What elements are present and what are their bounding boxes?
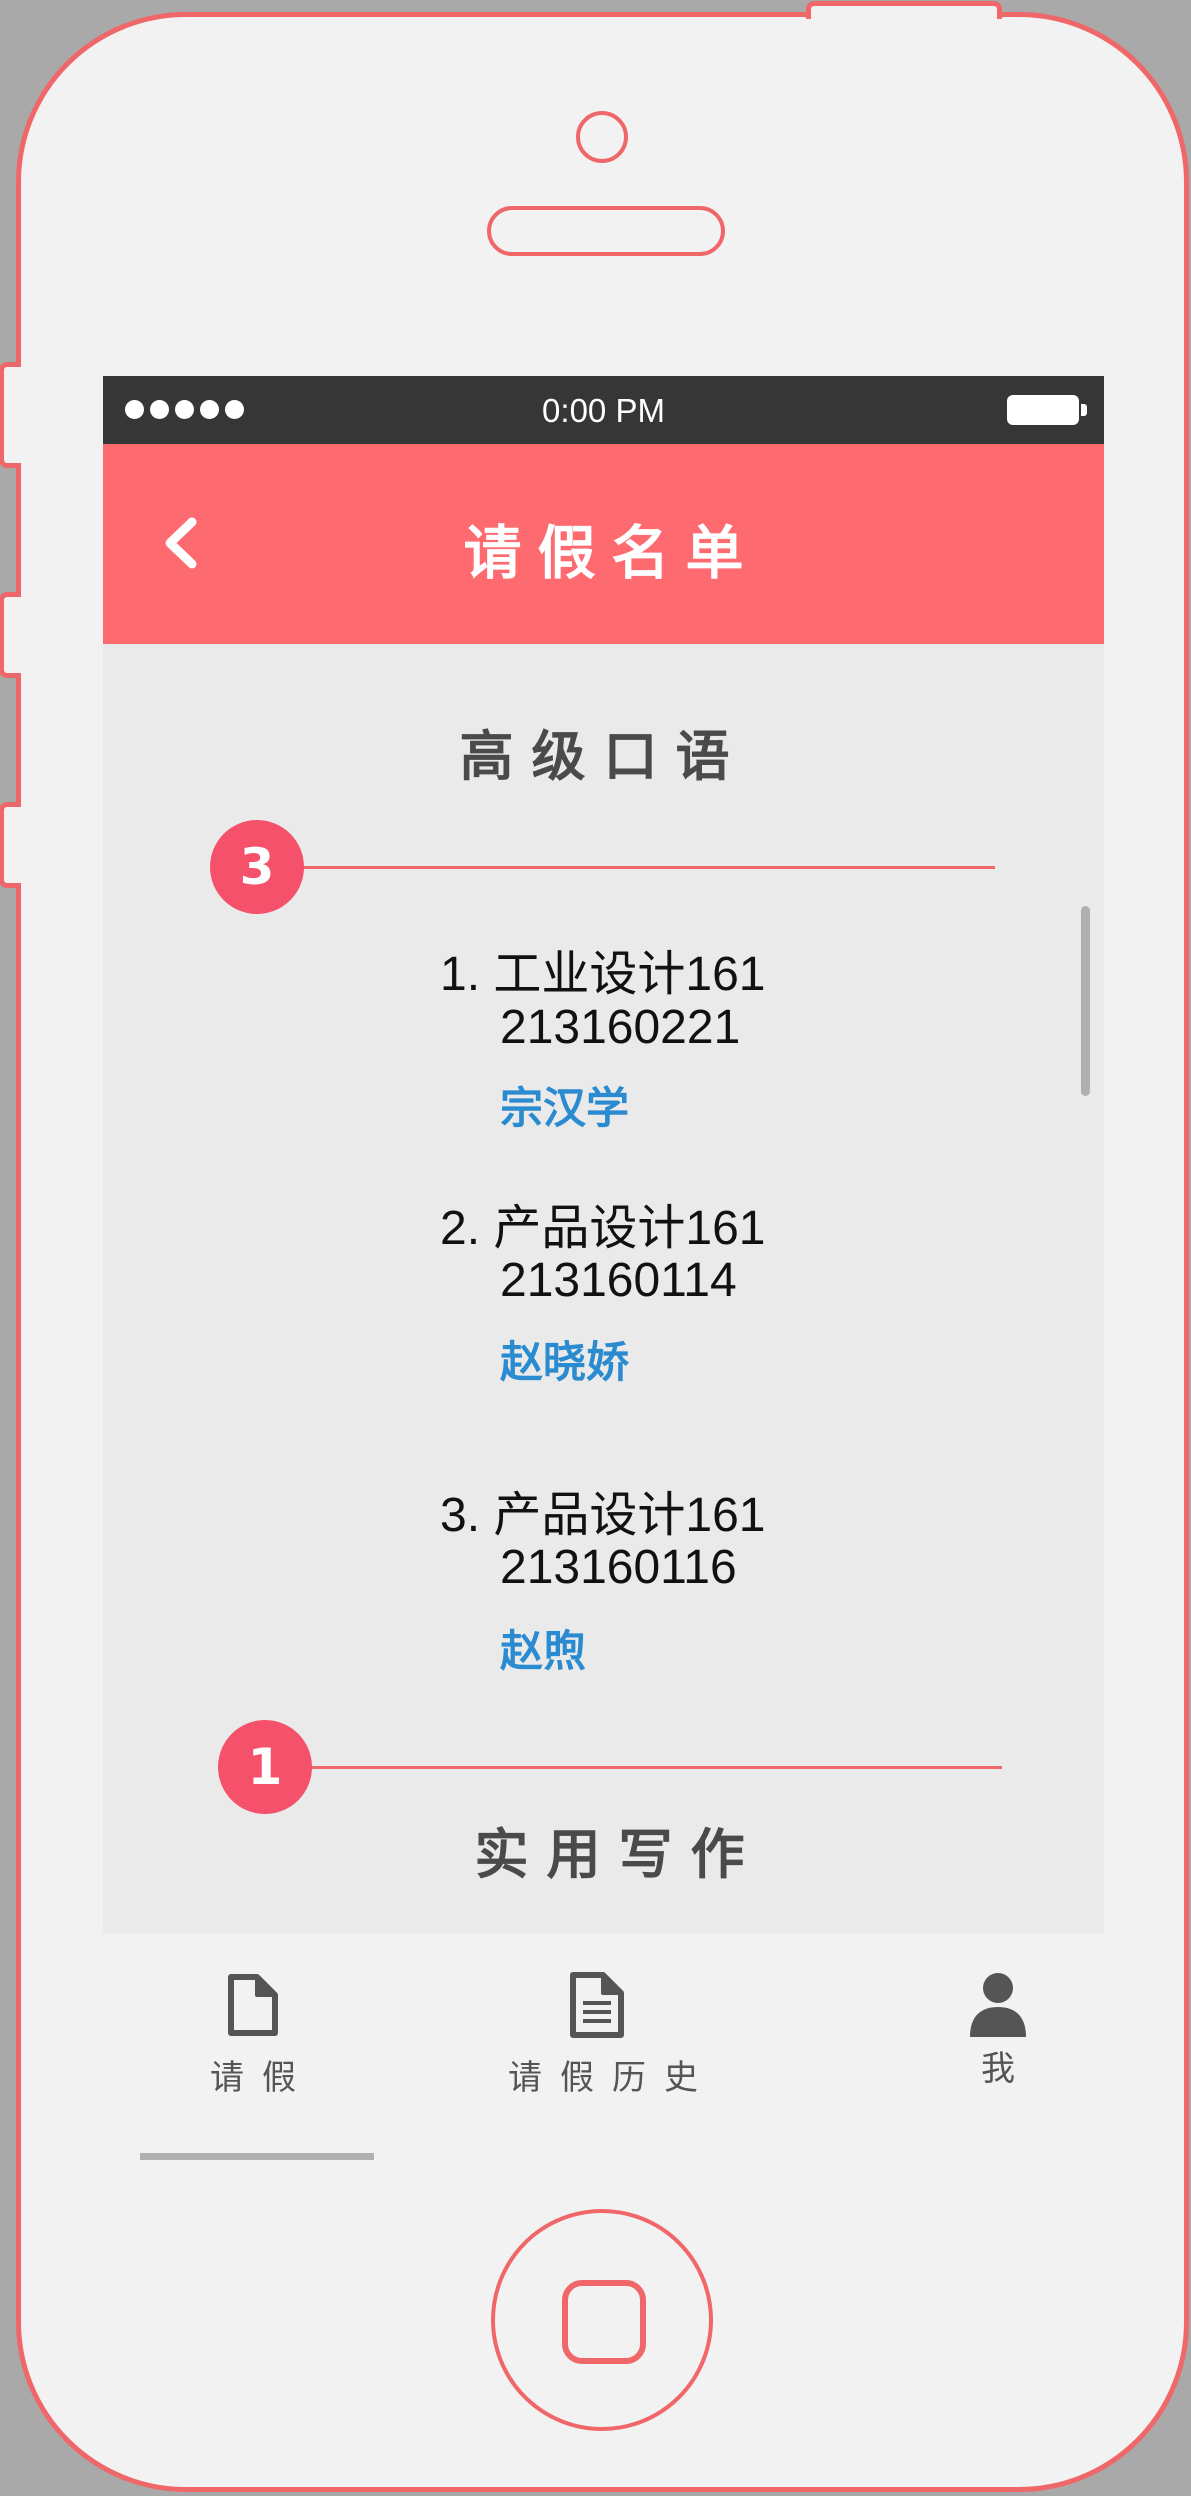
entry-student-name[interactable]: 赵晓娇 — [500, 1328, 629, 1390]
tab-label: 我 — [981, 2049, 1015, 2089]
app-screen: 0:00 PM 请假名单 高级口语 3 1. 工业设计161 213160221… — [103, 376, 1104, 2133]
front-camera — [576, 111, 628, 163]
page-title: 请假名单 — [463, 519, 760, 587]
home-button-square — [562, 2280, 646, 2364]
entry-student-name[interactable]: 赵煦 — [500, 1617, 586, 1679]
entry-number: 3. — [440, 1489, 481, 1542]
document-lines-icon — [567, 1971, 627, 2043]
section-divider — [261, 1766, 1002, 1769]
user-icon — [968, 1971, 1028, 2043]
entry-number: 2. — [440, 1202, 481, 1255]
section-title: 高级口语 — [459, 725, 748, 788]
section-title: 实用写作 — [474, 1823, 763, 1886]
entry-student-name[interactable]: 宗汉学 — [500, 1074, 629, 1136]
volume-up-button — [0, 592, 21, 678]
power-button — [806, 1, 1002, 19]
nav-bar: 请假名单 — [103, 444, 1104, 644]
tab-label: 请假 — [210, 2058, 314, 2098]
status-bar: 0:00 PM — [103, 376, 1104, 444]
section-divider — [253, 866, 995, 869]
entry-class: 1. 工业设计161 — [440, 934, 765, 1004]
entry-class: 2. 产品设计161 — [440, 1188, 765, 1258]
entry-student-id: 213160221 — [500, 1001, 741, 1054]
entry-class: 3. 产品设计161 — [440, 1475, 765, 1545]
scrollbar[interactable] — [1081, 906, 1090, 1096]
tab-label: 请假历史 — [508, 2058, 716, 2098]
tab-bar: 请假 请假历史 我 — [103, 1933, 1104, 2133]
count-badge: 3 — [210, 820, 304, 914]
mute-switch — [0, 362, 21, 468]
count-badge: 1 — [218, 1720, 312, 1814]
tab-me[interactable]: 我 — [893, 1933, 1103, 2133]
entry-student-id: 213160116 — [500, 1541, 737, 1594]
active-tab-indicator — [140, 2153, 374, 2160]
home-button[interactable] — [491, 2209, 713, 2431]
volume-down-button — [0, 802, 21, 888]
battery-icon — [1007, 395, 1087, 425]
entry-student-id: 213160114 — [500, 1254, 737, 1307]
entry-class-name: 产品设计161 — [493, 1489, 766, 1542]
earpiece-speaker — [487, 206, 725, 256]
entry-number: 1. — [440, 948, 481, 1001]
tab-leave-history[interactable]: 请假历史 — [443, 1933, 763, 2133]
document-icon — [225, 1973, 281, 2041]
entry-class-name: 工业设计161 — [493, 948, 766, 1001]
tab-leave[interactable]: 请假 — [103, 1933, 403, 2133]
entry-class-name: 产品设计161 — [493, 1202, 766, 1255]
status-time: 0:00 PM — [542, 392, 665, 429]
